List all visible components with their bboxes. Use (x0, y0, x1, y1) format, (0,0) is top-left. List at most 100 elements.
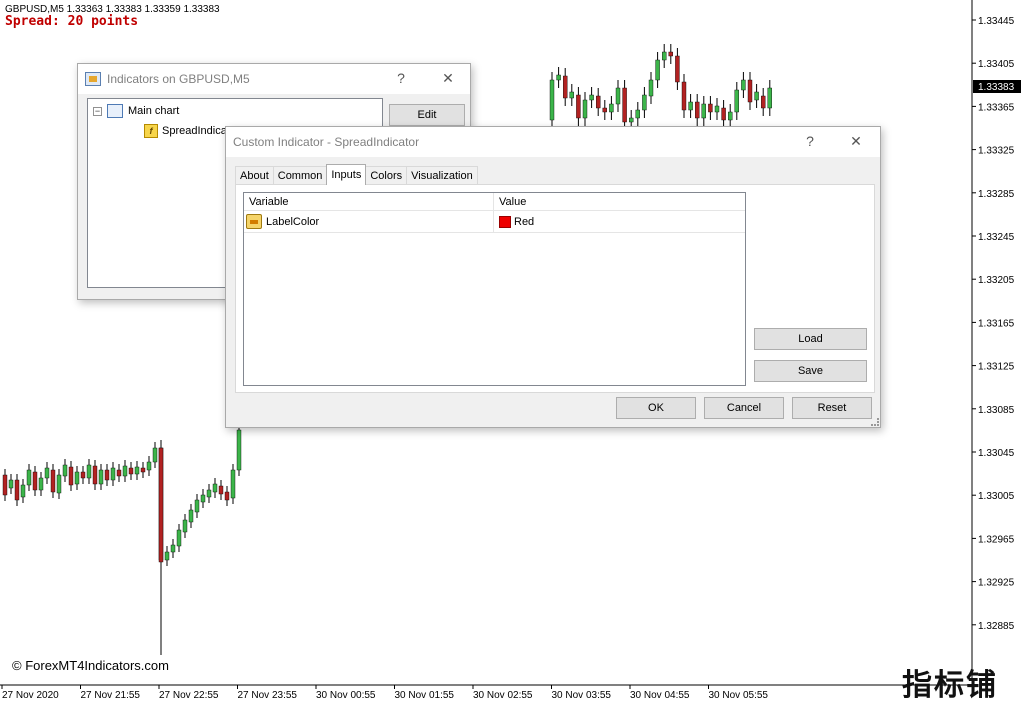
indicators-dialog-title: Indicators on GBPUSD,M5 (107, 72, 250, 86)
candle-body (206, 489, 212, 498)
candle-body (635, 109, 640, 119)
candle-body (708, 103, 713, 113)
variable-name: LabelColor (266, 216, 320, 228)
candle-body (622, 87, 627, 123)
inputs-panel: Variable Value LabelColor Red Load Save (235, 184, 875, 393)
candle-body (50, 469, 56, 493)
variable-value[interactable]: Red (514, 216, 534, 228)
time-tick-label: 27 Nov 2020 (2, 690, 59, 701)
dialog-tabs: About Common Inputs Colors Visualization (235, 164, 478, 185)
candle-body (212, 483, 218, 493)
close-icon[interactable]: ✕ (440, 70, 456, 86)
candle-body (176, 529, 182, 547)
time-tick-label: 27 Nov 22:55 (159, 690, 219, 701)
price-tick-label: 1.33045 (978, 448, 1015, 459)
tab-visualization[interactable]: Visualization (406, 166, 478, 185)
candle-body (74, 471, 80, 485)
candle-body (556, 74, 561, 81)
candle-body (648, 79, 654, 97)
tree-item-main-chart[interactable]: − Main chart (93, 104, 179, 118)
candle-body (609, 103, 614, 113)
app-icon (85, 72, 101, 86)
candle-body (194, 499, 200, 513)
candle-body (596, 95, 601, 109)
color-swatch (499, 216, 511, 228)
price-tick-label: 1.33205 (978, 275, 1015, 286)
resize-grip[interactable] (871, 418, 879, 426)
custom-indicator-dialog: Custom Indicator - SpreadIndicator ? ✕ A… (225, 126, 881, 428)
candle-body (2, 474, 8, 496)
column-header-value[interactable]: Value (499, 196, 526, 208)
help-icon[interactable]: ? (393, 70, 409, 86)
time-tick-label: 30 Nov 03:55 (552, 690, 612, 701)
candle-body (116, 469, 122, 477)
candle-body (80, 471, 86, 479)
candle-body (754, 91, 759, 101)
price-axis: 1.33445 1.33405 1.33365 1.33325 1.33285 1.332… (972, 16, 1021, 632)
candle-body (615, 87, 621, 105)
time-tick-label: 30 Nov 00:55 (316, 690, 376, 701)
current-price-label: 1.33383 (978, 82, 1015, 93)
candle-body (563, 75, 568, 99)
help-icon[interactable]: ? (802, 133, 818, 149)
column-header-variable[interactable]: Variable (249, 196, 289, 208)
indicators-dialog-titlebar[interactable]: Indicators on GBPUSD,M5 ? ✕ (78, 64, 470, 94)
candle-body (695, 101, 700, 119)
custom-indicator-dialog-title: Custom Indicator - SpreadIndicator (233, 135, 420, 149)
candle-body (92, 465, 98, 485)
chart-icon (107, 104, 123, 118)
candle-body (236, 429, 242, 471)
color-variable-icon (246, 214, 262, 229)
inputs-table[interactable]: Variable Value LabelColor Red (243, 192, 746, 386)
time-axis: 27 Nov 2020 27 Nov 21:55 27 Nov 22:55 27 No… (1, 685, 769, 701)
candle-body (104, 469, 110, 481)
candle-body (32, 471, 38, 491)
candle-body (158, 447, 164, 563)
spread-label: Spread: 20 points (5, 14, 139, 29)
tab-inputs[interactable]: Inputs (326, 164, 367, 185)
candle-body (8, 479, 14, 489)
time-tick-label: 30 Nov 02:55 (473, 690, 533, 701)
price-tick-label: 1.33405 (978, 59, 1015, 70)
close-icon[interactable]: ✕ (848, 133, 864, 149)
time-tick-label: 30 Nov 01:55 (395, 690, 455, 701)
candle-body (747, 79, 753, 103)
tab-about[interactable]: About (235, 166, 274, 185)
price-tick-label: 1.33245 (978, 232, 1015, 243)
candle-body (62, 464, 68, 477)
candle-body (122, 465, 128, 477)
load-button[interactable]: Load (754, 328, 867, 350)
time-tick-label: 27 Nov 23:55 (238, 690, 298, 701)
candle-body (98, 469, 104, 485)
price-tick-label: 1.33005 (978, 491, 1015, 502)
candle-body (182, 519, 188, 533)
save-button[interactable]: Save (754, 360, 867, 382)
candle-body (26, 469, 32, 486)
candle-body (668, 51, 673, 57)
candle-body (688, 101, 693, 111)
candle-body (767, 87, 772, 109)
time-tick-label: 30 Nov 05:55 (709, 690, 769, 701)
custom-indicator-dialog-titlebar[interactable]: Custom Indicator - SpreadIndicator ? ✕ (226, 127, 880, 157)
candle-body (140, 467, 146, 473)
collapse-icon[interactable]: − (93, 106, 102, 116)
price-tick-label: 1.33365 (978, 102, 1015, 113)
candle-body (134, 466, 140, 475)
cancel-button[interactable]: Cancel (704, 397, 784, 419)
price-tick-label: 1.33325 (978, 146, 1015, 157)
candle-body (642, 94, 647, 111)
candle-body (230, 469, 236, 499)
price-tick-label: 1.33085 (978, 405, 1015, 416)
edit-button[interactable]: Edit (389, 104, 465, 126)
candle-body (602, 107, 607, 113)
candle-body (629, 117, 634, 123)
reset-button[interactable]: Reset (792, 397, 872, 419)
time-tick-label: 30 Nov 04:55 (630, 690, 690, 701)
tab-common[interactable]: Common (272, 166, 328, 185)
candle-body (224, 491, 230, 501)
table-row[interactable]: LabelColor Red (244, 212, 745, 233)
tab-colors[interactable]: Colors (365, 166, 408, 185)
ok-button[interactable]: OK (616, 397, 696, 419)
candle-body (589, 94, 594, 101)
candle-body (146, 461, 152, 471)
